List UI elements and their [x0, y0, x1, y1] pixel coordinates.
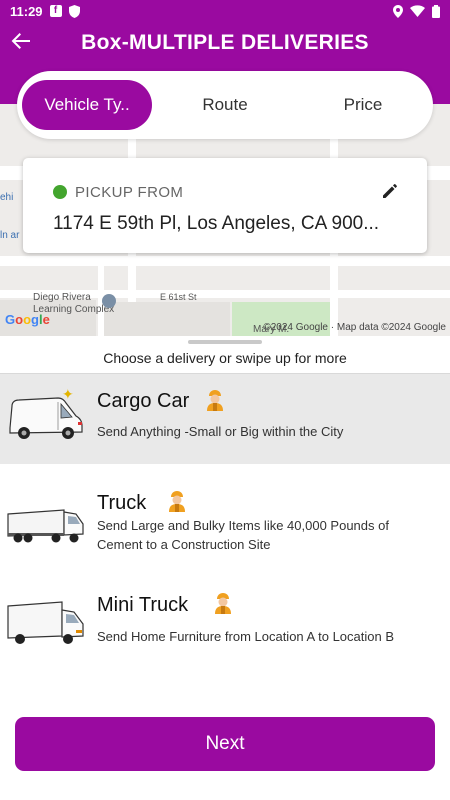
sparkle-icon: ✦: [62, 386, 74, 402]
pickup-dot-icon: [53, 185, 67, 199]
status-time: 11:29: [10, 3, 43, 19]
map-block: [104, 302, 230, 336]
map-label-street: E 61st St: [160, 292, 197, 302]
shield-icon: [68, 4, 80, 18]
vehicle-option-truck[interactable]: Truck Send Large and Bulky Items like 40…: [0, 480, 450, 580]
mini-truck-icon: [7, 601, 84, 644]
status-bar: 11:29 f: [0, 0, 450, 22]
vehicle-description: Send Home Furniture from Location A to L…: [97, 629, 395, 644]
vehicle-name: Cargo Car: [97, 390, 190, 412]
vehicle-option-cargo-car[interactable]: ✦ Cargo Car Send Anything -Small or Big …: [0, 374, 450, 464]
tab-price[interactable]: Price: [298, 80, 428, 130]
map-label-left2: ln ar: [0, 230, 20, 241]
vehicle-description: Send Anything -Small or Big within the C…: [97, 424, 344, 439]
pickup-card[interactable]: PICKUP FROM 1174 E 59th Pl, Los Angeles,…: [23, 158, 427, 253]
tab-vehicle-type[interactable]: Vehicle Ty..: [22, 80, 152, 130]
map-poi-pin[interactable]: [102, 294, 116, 308]
map-attribution[interactable]: ©2024 Google · Map data ©2024 Google: [263, 322, 446, 333]
driver-icon: [207, 390, 223, 411]
step-tabs: Vehicle Ty.. Route Price: [17, 71, 433, 139]
sheet-hint: Choose a delivery or swipe up for more: [103, 350, 347, 366]
battery-icon: [432, 4, 440, 18]
facebook-icon: f: [49, 5, 62, 17]
next-button[interactable]: Next: [15, 717, 435, 771]
vehicle-name: Mini Truck: [97, 594, 189, 616]
google-logo[interactable]: Google: [5, 312, 50, 327]
truck-icon: [7, 509, 84, 543]
tab-route[interactable]: Route: [160, 80, 290, 130]
page-title: Box-MULTIPLE DELIVERIES: [81, 31, 369, 54]
pickup-address: 1174 E 59th Pl, Los Angeles, CA 900...: [53, 213, 380, 234]
vehicle-option-mini-truck[interactable]: Mini Truck Send Home Furniture from Loca…: [0, 582, 450, 682]
pickup-label: PICKUP FROM: [75, 184, 184, 201]
vehicle-description: Send Large and Bulky Items like 40,000 P…: [97, 518, 389, 552]
cargo-van-icon: [9, 397, 83, 439]
driver-icon: [215, 593, 231, 614]
location-icon: [393, 4, 403, 18]
wifi-icon: [410, 5, 425, 17]
vehicle-name: Truck: [97, 492, 147, 514]
map-road: [0, 256, 450, 266]
sheet-drag-handle[interactable]: [188, 340, 262, 344]
driver-icon: [169, 491, 185, 512]
map-label-left1: ehi: [0, 192, 14, 203]
edit-pencil-icon[interactable]: [381, 182, 399, 200]
